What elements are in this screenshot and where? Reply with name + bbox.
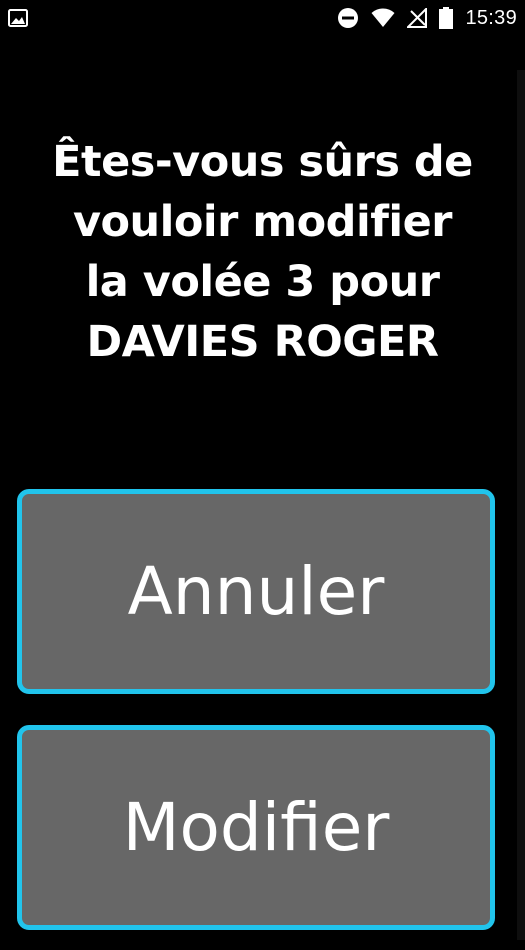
status-time: 15:39 — [465, 6, 517, 29]
dialog-message-line: Êtes-vous sûrs de — [52, 137, 473, 187]
no-signal-icon — [407, 8, 428, 28]
wifi-icon — [371, 8, 395, 27]
status-bar: 15:39 — [0, 0, 525, 36]
dialog-message-line: vouloir modifier — [72, 197, 453, 247]
background-hint — [517, 70, 525, 940]
modify-button-label: Modifier — [122, 789, 390, 866]
cancel-button[interactable]: Annuler — [17, 489, 495, 694]
modify-button[interactable]: Modifier — [17, 725, 495, 930]
screen: 15:39 Êtes-vous sûrs de vouloir modifier… — [0, 0, 525, 950]
dialog-message-line: DAVIES ROGER — [86, 317, 439, 367]
dialog-message-line: la volée 3 pour — [85, 257, 440, 307]
dialog-message: Êtes-vous sûrs de vouloir modifier la vo… — [20, 132, 505, 372]
image-icon — [8, 9, 28, 27]
cancel-button-label: Annuler — [127, 553, 385, 630]
do-not-disturb-icon — [338, 8, 359, 28]
battery-icon — [439, 7, 454, 29]
